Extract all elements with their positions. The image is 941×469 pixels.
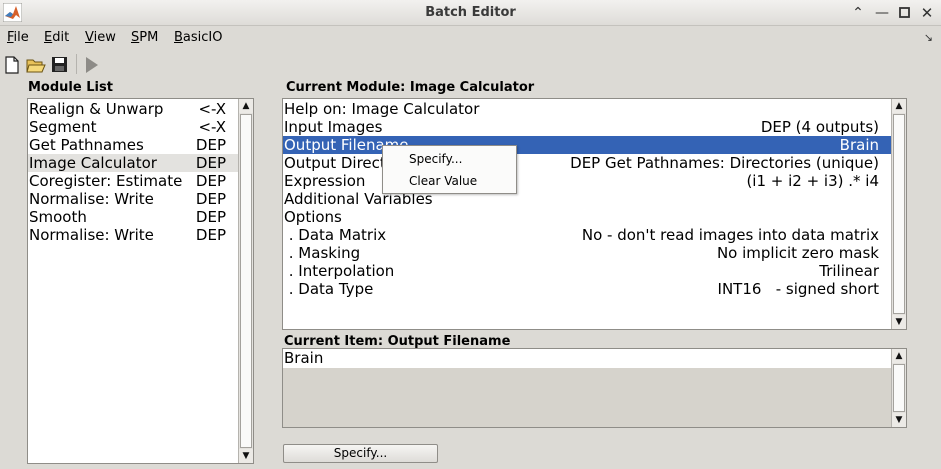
run-icon[interactable] [84, 56, 100, 74]
field-name: . Data Type [284, 280, 374, 298]
field-name: . Interpolation [284, 262, 395, 280]
module-list-item[interactable]: Smooth DEP [28, 208, 238, 226]
menu-edit[interactable]: Edit [44, 30, 69, 45]
module-field-row[interactable]: Input Images DEP (4 outputs) [283, 118, 891, 136]
specify-button[interactable]: Specify... [283, 444, 438, 463]
menu-view[interactable]: View [85, 30, 116, 45]
scroll-thumb[interactable] [893, 114, 905, 314]
module-list-item[interactable]: Realign & Unwarp <-X [28, 100, 238, 118]
module-list-item[interactable]: Coregister: Estimate DEP [28, 172, 238, 190]
title-bar: Batch Editor ⌃ — ✕ [0, 0, 941, 26]
context-menu-clear-value[interactable]: Clear Value [409, 174, 477, 188]
field-name: . Data Matrix [284, 226, 387, 244]
module-list-item[interactable]: Segment <-X [28, 118, 238, 136]
context-menu-specify[interactable]: Specify... [409, 152, 462, 166]
module-field-row[interactable]: Help on: Image Calculator [283, 100, 891, 118]
field-value: (i1 + i2 + i3) .* i4 [746, 172, 879, 190]
field-name: . Masking [284, 244, 361, 262]
field-value: Trilinear [819, 262, 879, 280]
module-field-row[interactable]: Output Filename Brain [283, 136, 891, 154]
module-name: Segment [29, 118, 97, 136]
field-value: No implicit zero mask [716, 244, 879, 262]
field-name: Input Images [284, 118, 383, 136]
module-list-item[interactable]: Normalise: Write DEP [28, 190, 238, 208]
module-status: DEP [195, 226, 226, 244]
scroll-down-icon[interactable]: ▼ [892, 315, 906, 329]
module-status: DEP [195, 136, 226, 154]
module-field-row[interactable]: Output Directory DEP Get Pathnames: Direc… [283, 154, 891, 172]
minimize-icon[interactable]: — [872, 3, 892, 23]
field-name: Help on: Image Calculator [284, 100, 480, 118]
close-icon[interactable]: ✕ [917, 3, 937, 23]
module-field-row[interactable]: . Masking No implicit zero mask [283, 244, 891, 262]
module-name: Normalise: Write [29, 190, 154, 208]
module-field-row[interactable]: . Data Type INT16 - signed short [283, 280, 891, 298]
module-status: <-X [198, 100, 226, 118]
menu-spm[interactable]: SPM [131, 30, 158, 45]
current-module-scrollbar[interactable]: ▲ ▼ [891, 99, 906, 329]
window-title: Batch Editor [425, 5, 516, 20]
field-name: Options [284, 208, 342, 226]
module-list-scrollbar[interactable]: ▲ ▼ [238, 99, 253, 463]
current-item-box[interactable]: Brain ▲ ▼ [282, 348, 907, 428]
module-list-label: Module List [28, 80, 113, 95]
module-status: DEP [195, 190, 226, 208]
field-value: DEP (4 outputs) [760, 118, 879, 136]
module-name: Image Calculator [29, 154, 157, 172]
module-status: DEP [195, 172, 226, 190]
scroll-up-icon[interactable]: ▲ [239, 99, 253, 113]
current-item-value-row[interactable]: Brain [283, 349, 891, 368]
module-field-row[interactable]: Additional Variables [283, 190, 891, 208]
module-name: Normalise: Write [29, 226, 154, 244]
toolbar [0, 52, 941, 78]
scroll-down-icon[interactable]: ▼ [239, 449, 253, 463]
scroll-down-icon[interactable]: ▼ [892, 413, 906, 427]
new-file-icon[interactable] [4, 56, 20, 74]
module-field-row[interactable]: . Interpolation Trilinear [283, 262, 891, 280]
scroll-thumb[interactable] [240, 114, 252, 448]
module-list-item[interactable]: Image Calculator DEP [28, 154, 238, 172]
module-status: <-X [198, 118, 226, 136]
module-list[interactable]: Realign & Unwarp <-X Segment <-X Get Pathnam… [27, 98, 254, 464]
module-status: DEP [195, 154, 226, 172]
dock-arrow-icon[interactable]: ↘ [924, 31, 933, 44]
current-module-list[interactable]: Help on: Image Calculator Input Images DEP… [282, 98, 907, 330]
maximize-icon[interactable] [895, 3, 915, 23]
module-name: Smooth [29, 208, 87, 226]
module-field-row[interactable]: . Data Matrix No - don't read images into… [283, 226, 891, 244]
module-status: DEP [195, 208, 226, 226]
field-value: Brain [839, 136, 879, 154]
field-value: No - don't read images into data matrix [581, 226, 879, 244]
open-folder-icon[interactable] [26, 56, 46, 74]
field-name: Expression [284, 172, 366, 190]
toolbar-separator [76, 54, 77, 74]
menu-basicio[interactable]: BasicIO [174, 30, 223, 45]
module-name: Realign & Unwarp [29, 100, 164, 118]
scroll-thumb[interactable] [893, 364, 905, 412]
collapse-chevron-icon[interactable]: ⌃ [848, 3, 868, 23]
module-field-row[interactable]: Expression (i1 + i2 + i3) .* i4 [283, 172, 891, 190]
save-icon[interactable] [51, 56, 68, 73]
field-value: INT16 - signed short [717, 280, 879, 298]
module-list-item[interactable]: Get Pathnames DEP [28, 136, 238, 154]
context-menu: Specify... Clear Value [382, 145, 517, 194]
module-name: Coregister: Estimate [29, 172, 183, 190]
module-list-item[interactable]: Normalise: Write DEP [28, 226, 238, 244]
menu-file[interactable]: File [7, 30, 29, 45]
field-value: DEP Get Pathnames: Directories (unique) [570, 154, 879, 172]
menu-bar: File Edit View SPM BasicIO ↘ [0, 27, 941, 48]
module-name: Get Pathnames [29, 136, 144, 154]
current-item-label: Current Item: Output Filename [284, 334, 511, 349]
current-module-label: Current Module: Image Calculator [286, 80, 535, 95]
module-field-row[interactable]: Options [283, 208, 891, 226]
current-item-scrollbar[interactable]: ▲ ▼ [891, 349, 906, 427]
scroll-up-icon[interactable]: ▲ [892, 349, 906, 363]
scroll-up-icon[interactable]: ▲ [892, 99, 906, 113]
current-item-value: Brain [284, 349, 324, 367]
